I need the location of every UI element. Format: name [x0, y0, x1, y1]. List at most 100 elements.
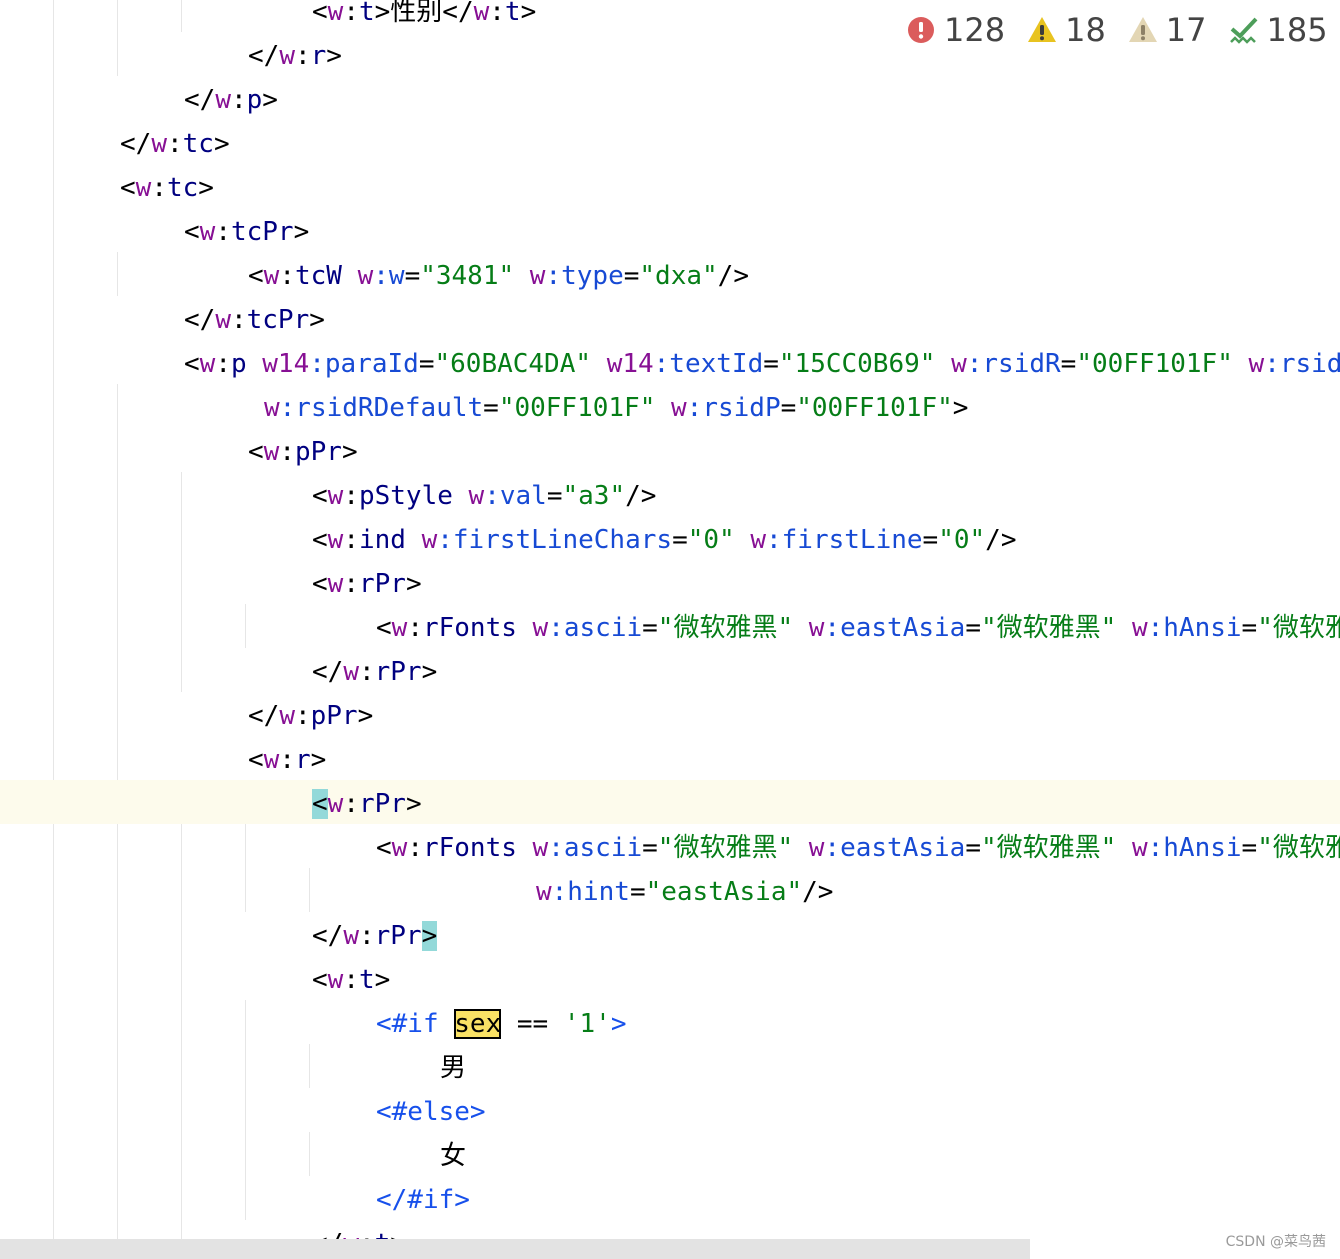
errors-count: 128	[944, 11, 1006, 49]
namespace-prefix: w	[343, 921, 359, 951]
namespace-prefix: w	[532, 833, 549, 863]
weak-warnings-indicator[interactable]: 17	[1128, 11, 1207, 49]
code-line[interactable]: </w:tcPr>	[184, 298, 325, 342]
namespace-prefix: w	[327, 481, 344, 511]
namespace-prefix: w	[327, 525, 344, 555]
code-line[interactable]: </w:tc>	[120, 122, 230, 166]
namespace-prefix: w	[1248, 349, 1265, 379]
punctuation: />	[985, 525, 1017, 555]
namespace-prefix: w	[532, 613, 549, 643]
code-line[interactable]: <w:p w14:paraId="60BAC4DA" w14:textId="1…	[184, 342, 1340, 386]
text-content: 男	[440, 1053, 467, 1083]
namespace-prefix: w	[215, 85, 231, 115]
tag-name: t	[358, 965, 375, 995]
attribute-name: :hAnsi	[1147, 833, 1242, 863]
punctuation	[793, 833, 809, 863]
code-line[interactable]: <w:r>	[248, 738, 326, 782]
attribute-value: "00FF101F"	[498, 393, 656, 423]
namespace-prefix: w	[151, 129, 167, 159]
tag-name: p	[230, 349, 247, 379]
attribute-name: :rsidRDefault	[279, 393, 484, 423]
punctuation	[1116, 833, 1132, 863]
attribute-name: :type	[545, 261, 624, 291]
indent-guide	[245, 824, 246, 912]
punctuation: :	[489, 0, 505, 27]
tag-name: rPr	[358, 789, 406, 819]
code-line[interactable]: </w:pPr>	[248, 694, 373, 738]
code-line[interactable]: <w:rFonts w:ascii="微软雅黑" w:eastAsia="微软雅…	[376, 826, 1340, 870]
code-line[interactable]: <w:tc>	[120, 166, 214, 210]
punctuation: <	[376, 613, 392, 643]
attribute-value: "	[777, 613, 794, 643]
punctuation: :	[343, 965, 359, 995]
horizontal-scrollbar[interactable]	[0, 1239, 1030, 1259]
punctuation	[935, 349, 951, 379]
namespace-prefix: w	[215, 305, 231, 335]
code-line[interactable]: </#if>	[376, 1178, 470, 1222]
indent-guide	[245, 604, 246, 648]
namespace-prefix: w	[421, 525, 438, 555]
punctuation: >	[310, 745, 327, 775]
punctuation: >	[520, 0, 537, 27]
punctuation: >	[326, 41, 342, 71]
attribute-value: 微软雅黑	[673, 613, 778, 643]
attribute-name: :w	[373, 261, 405, 291]
code-line-current[interactable]: <w:rPr>	[312, 782, 422, 826]
attribute-name: :ascii	[548, 613, 643, 643]
code-line[interactable]: <#if sex == '1'>	[376, 1002, 627, 1046]
code-line[interactable]: <w:rFonts w:ascii="微软雅黑" w:eastAsia="微软雅…	[376, 606, 1340, 650]
tag-name: rPr	[374, 657, 422, 687]
weak-warnings-count: 17	[1165, 11, 1207, 49]
attribute-name: :firstLineChars	[437, 525, 673, 555]
punctuation: >	[405, 789, 422, 819]
typos-indicator[interactable]: 185	[1229, 11, 1328, 49]
namespace-prefix: w	[327, 0, 344, 27]
code-line[interactable]: <w:rPr>	[312, 562, 422, 606]
punctuation: >	[357, 701, 374, 731]
code-line[interactable]: 女	[440, 1134, 466, 1178]
namespace-prefix: w	[327, 965, 344, 995]
punctuation: =	[629, 877, 646, 907]
code-line[interactable]: <w:pPr>	[248, 430, 358, 474]
attribute-value: "00FF101F"	[796, 393, 953, 423]
punctuation: :	[230, 85, 247, 115]
punctuation: <	[376, 833, 392, 863]
attribute-value: 微软雅黑	[1272, 833, 1340, 863]
errors-indicator[interactable]: 128	[906, 11, 1005, 49]
attribute-name: :firstLine	[766, 525, 923, 555]
code-line[interactable]: <w:tcPr>	[184, 210, 309, 254]
code-line[interactable]: </w:r>	[248, 34, 342, 78]
punctuation: />	[625, 481, 657, 511]
code-line[interactable]: <w:t>	[312, 958, 390, 1002]
code-line[interactable]: w:rsidRDefault="00FF101F" w:rsidP="00FF1…	[264, 386, 968, 430]
punctuation: :	[343, 789, 359, 819]
punctuation	[453, 481, 469, 511]
tag-name: pStyle	[358, 481, 453, 511]
punctuation	[655, 393, 671, 423]
namespace-prefix: w	[199, 217, 216, 247]
attribute-value: "0"	[938, 525, 986, 555]
code-line[interactable]: <w:t>性别</w:t>	[312, 0, 536, 34]
code-line[interactable]: <w:pStyle w:val="a3"/>	[312, 474, 656, 518]
tag-name: rFonts	[422, 833, 517, 863]
code-line[interactable]: <#else>	[376, 1090, 486, 1134]
namespace-prefix: w14	[262, 349, 310, 379]
warnings-indicator[interactable]: 18	[1027, 11, 1106, 49]
indent-guide	[181, 780, 182, 1259]
code-line[interactable]: w:hint="eastAsia"/>	[536, 870, 833, 914]
code-line[interactable]: </w:rPr>	[312, 650, 437, 694]
code-line[interactable]: <w:ind w:firstLineChars="0" w:firstLine=…	[312, 518, 1016, 562]
namespace-prefix: w	[391, 613, 408, 643]
template-directive: <#else>	[376, 1097, 486, 1127]
code-editor[interactable]: <w:t>性别</w:t> </w:r> </w:p> </w:tc> <w:tc> <w…	[0, 0, 1340, 1259]
code-line[interactable]: </w:rPr>	[312, 914, 438, 958]
inspection-widget[interactable]: 128 18 17 185	[906, 8, 1328, 52]
attribute-name: :rsidR	[966, 349, 1061, 379]
punctuation: =	[672, 525, 688, 555]
punctuation: :	[294, 41, 311, 71]
code-line[interactable]: <w:tcW w:w="3481" w:type="dxa"/>	[248, 254, 749, 298]
punctuation: =	[1241, 833, 1258, 863]
code-line[interactable]: 男	[440, 1046, 466, 1090]
punctuation: </	[184, 305, 216, 335]
code-line[interactable]: </w:p>	[184, 78, 278, 122]
